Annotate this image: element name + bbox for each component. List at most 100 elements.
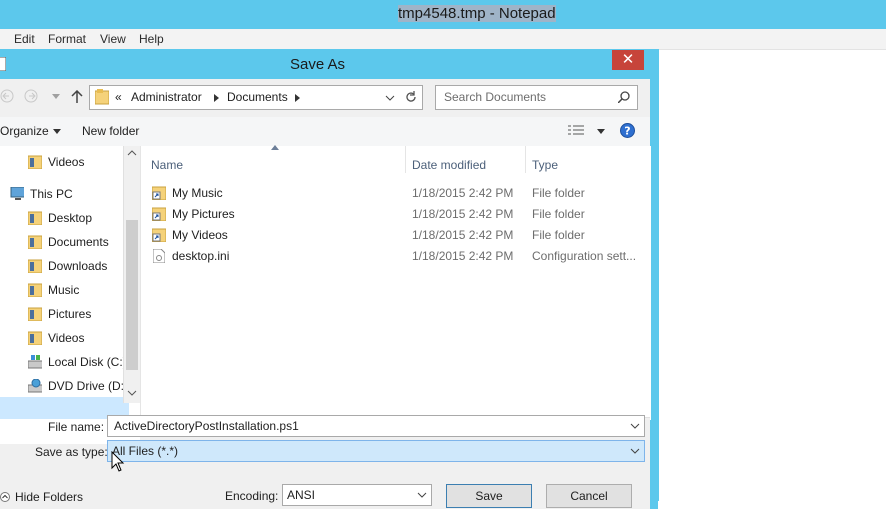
nav-item-label: Documents — [48, 235, 109, 249]
folder-icon — [28, 307, 42, 321]
nav-item-label: Local Disk (C:) — [48, 355, 127, 369]
file-row[interactable]: My Music 1/18/2015 2:42 PM File folder — [141, 182, 651, 203]
address-prefix: « — [115, 90, 122, 104]
folder-icon — [28, 283, 42, 297]
close-icon: ✕ — [621, 51, 635, 68]
save-type-label: Save as type: — [35, 445, 108, 459]
chevron-down-icon[interactable] — [417, 492, 427, 498]
menu-edit[interactable]: Edit — [14, 32, 35, 46]
navigation-pane: Videos This PC Desktop Documents Downloa… — [0, 146, 140, 444]
file-name-label: File name: — [48, 420, 105, 434]
file-name: My Pictures — [172, 207, 235, 221]
folder-icon — [28, 235, 42, 249]
menu-view[interactable]: View — [100, 32, 126, 46]
file-name-field[interactable]: ActiveDirectoryPostInstallation.ps1 — [107, 415, 645, 437]
file-date: 1/18/2015 2:42 PM — [412, 249, 514, 263]
folder-icon — [28, 211, 42, 225]
nav-item-label: Videos — [48, 331, 85, 345]
menu-format[interactable]: Format — [48, 32, 86, 46]
file-type: File folder — [532, 186, 585, 200]
file-name-value: ActiveDirectoryPostInstallation.ps1 — [114, 419, 299, 433]
folder-shortcut-icon — [152, 207, 166, 221]
back-arrow-icon[interactable] — [0, 89, 14, 103]
sort-ascending-icon — [271, 145, 279, 150]
forward-arrow-icon[interactable] — [24, 89, 38, 103]
folder-shortcut-icon — [152, 228, 166, 242]
notepad-title: tmp4548.tmp - Notepad — [398, 5, 556, 22]
file-date: 1/18/2015 2:42 PM — [412, 207, 514, 221]
breadcrumb-documents[interactable]: Documents — [227, 90, 288, 104]
scroll-up-icon[interactable] — [127, 150, 137, 156]
column-header-type[interactable]: Type — [532, 158, 558, 172]
hide-folders-button[interactable]: Hide Folders — [15, 490, 83, 504]
dialog-body: « Administrator Documents Search Documen… — [0, 79, 651, 509]
nav-item-label: This PC — [30, 187, 73, 201]
column-separator — [525, 146, 526, 173]
address-bar[interactable]: « Administrator Documents — [89, 85, 423, 110]
column-header-date[interactable]: Date modified — [412, 158, 486, 172]
file-row[interactable]: desktop.ini 1/18/2015 2:42 PM Configurat… — [141, 245, 651, 266]
drive-icon — [28, 355, 42, 369]
chevron-down-icon[interactable] — [53, 129, 61, 134]
file-name: desktop.ini — [172, 249, 230, 263]
column-header-name[interactable]: Name — [151, 158, 183, 172]
nav-item-label: Desktop — [48, 211, 93, 225]
chevron-down-icon[interactable] — [597, 129, 605, 134]
encoding-value: ANSI — [287, 488, 316, 502]
up-arrow-icon[interactable] — [71, 90, 83, 104]
file-row[interactable]: My Videos 1/18/2015 2:42 PM File folder — [141, 224, 651, 245]
dialog-app-icon — [0, 57, 6, 71]
search-placeholder: Search Documents — [444, 90, 547, 104]
close-button[interactable]: ✕ — [612, 50, 644, 70]
chevron-down-icon[interactable] — [630, 423, 640, 429]
search-input[interactable]: Search Documents — [435, 85, 638, 110]
notepad-title-bar: tmp4548.tmp - Notepad — [0, 0, 886, 29]
file-type: Configuration sett... — [532, 249, 637, 263]
nav-item-label: DVD Drive (D:) — [48, 379, 128, 393]
dialog-title-bar: Save As ✕ — [0, 49, 658, 79]
file-row[interactable]: My Pictures 1/18/2015 2:42 PM File folde… — [141, 203, 651, 224]
notepad-edit-border — [658, 49, 659, 501]
computer-icon — [10, 187, 24, 200]
folder-shortcut-icon — [152, 186, 166, 200]
search-icon[interactable] — [618, 91, 630, 103]
scroll-down-icon[interactable] — [127, 390, 137, 396]
column-separator — [405, 146, 406, 173]
organize-button[interactable]: Organize — [0, 124, 49, 138]
file-type: File folder — [532, 228, 585, 242]
file-name: My Videos — [172, 228, 228, 242]
file-date: 1/18/2015 2:42 PM — [412, 186, 514, 200]
folder-icon — [28, 155, 42, 169]
refresh-icon[interactable] — [405, 91, 417, 103]
save-button[interactable]: Save — [446, 484, 532, 508]
encoding-select[interactable]: ANSI — [282, 484, 432, 506]
file-date: 1/18/2015 2:42 PM — [412, 228, 514, 242]
nav-vertical-scrollbar[interactable] — [123, 146, 140, 403]
nav-item-label: Videos — [48, 155, 85, 169]
chevron-right-icon — [214, 94, 219, 102]
nav-scroll-thumb[interactable] — [126, 220, 138, 370]
file-name: My Music — [172, 186, 223, 200]
dialog-title: Save As — [290, 56, 346, 73]
view-options-icon[interactable] — [568, 125, 584, 137]
chevron-down-icon[interactable] — [385, 95, 395, 101]
mouse-cursor-icon — [111, 451, 125, 472]
file-type: File folder — [532, 207, 585, 221]
new-folder-button[interactable]: New folder — [82, 124, 139, 138]
nav-item-label: Downloads — [48, 259, 108, 273]
dialog-toolbar: Organize New folder ? — [0, 117, 650, 147]
menu-help[interactable]: Help — [139, 32, 164, 46]
save-type-select[interactable]: All Files (*.*) — [107, 440, 645, 462]
breadcrumb-administrator[interactable]: Administrator — [131, 90, 202, 104]
help-icon[interactable]: ? — [620, 123, 635, 138]
dvd-icon — [28, 379, 42, 393]
cancel-button[interactable]: Cancel — [546, 484, 632, 508]
file-list: Name Date modified Type My Music 1/18/20… — [140, 145, 651, 420]
chevron-down-icon[interactable] — [630, 448, 640, 454]
nav-item-label: Music — [48, 283, 80, 297]
notepad-menu-bar: Edit Format View Help — [0, 29, 886, 50]
chevron-right-icon — [295, 94, 300, 102]
folder-icon — [28, 331, 42, 345]
save-as-dialog: Save As ✕ « Administrator Documents Sear… — [0, 49, 658, 509]
recent-dropdown-icon[interactable] — [52, 94, 60, 99]
